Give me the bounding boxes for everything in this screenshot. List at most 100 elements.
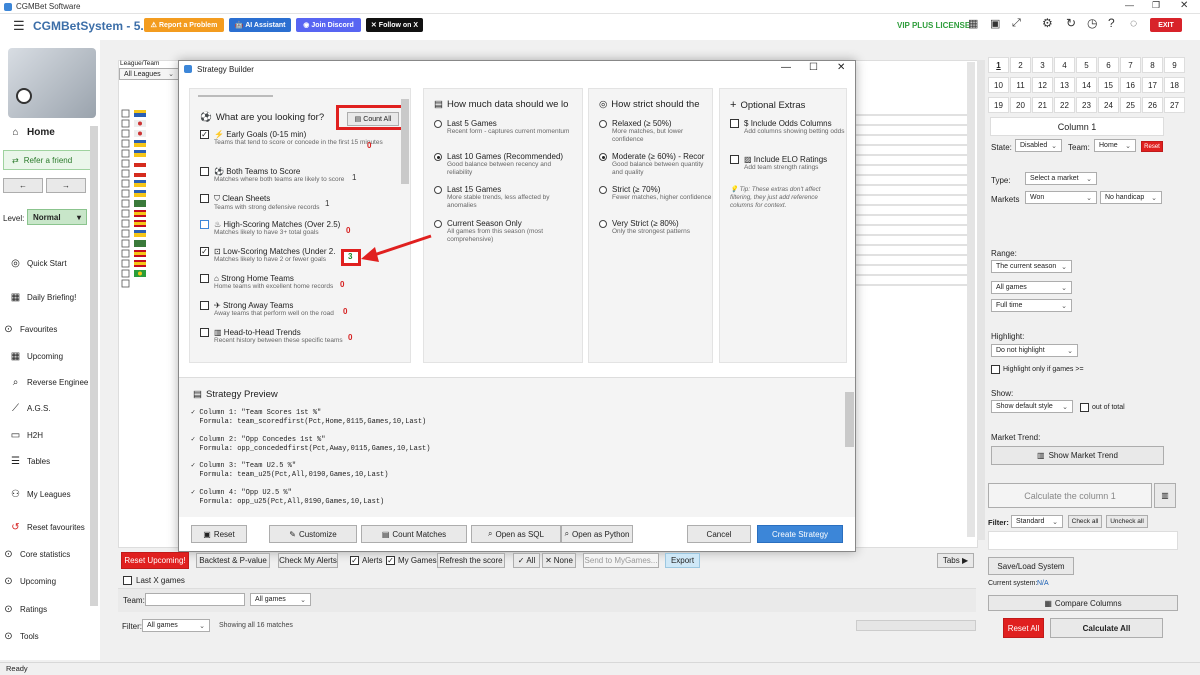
very-strict-radio[interactable] bbox=[599, 220, 607, 228]
strong-home-checkbox[interactable] bbox=[200, 274, 209, 283]
odds-columns-checkbox[interactable] bbox=[730, 119, 739, 128]
range-time-select[interactable]: Full time bbox=[991, 299, 1072, 312]
team-input[interactable] bbox=[145, 593, 245, 606]
option-strong-home[interactable]: ⌂ Strong Home Teams Home teams with excel… bbox=[200, 274, 404, 291]
column-number-cell[interactable]: 18 bbox=[1164, 77, 1185, 93]
preview-scrollbar[interactable] bbox=[845, 392, 854, 447]
cancel-button[interactable]: Cancel bbox=[687, 525, 751, 543]
grid-scrollbar[interactable] bbox=[967, 62, 975, 537]
sidebar-section-favourites[interactable]: ⊙ Favourites bbox=[3, 324, 57, 335]
low-scoring-checkbox[interactable]: ✓ bbox=[200, 247, 209, 256]
sidebar-section-ratings[interactable]: ⊙ Ratings bbox=[3, 604, 47, 615]
show-select[interactable]: Show default style bbox=[991, 400, 1073, 413]
my-games-toggle[interactable]: ✓ My Games bbox=[386, 556, 437, 565]
option-clean-sheets[interactable]: ⛉ Clean Sheets Teams with strong defensiv… bbox=[200, 194, 404, 212]
sidebar-item-h2h[interactable]: ▭ H2H bbox=[10, 430, 43, 441]
strong-away-checkbox[interactable] bbox=[200, 301, 209, 310]
open-python-button[interactable]: ⌕ Open as Python bbox=[561, 525, 633, 543]
sidebar-section-upcoming[interactable]: ⊙ Upcoming bbox=[3, 576, 56, 587]
backtest-button[interactable]: Backtest & P-value bbox=[196, 553, 270, 568]
level-select[interactable]: Normal ▾ bbox=[27, 209, 87, 225]
sidebar-item-upcoming[interactable]: ▦ Upcoming bbox=[10, 351, 63, 362]
close-icon[interactable]: ✕ bbox=[1180, 0, 1188, 11]
handicap-select[interactable]: No handicap bbox=[1100, 191, 1162, 204]
sidebar-item-reverse-engineer[interactable]: ⌕ Reverse Enginee bbox=[10, 377, 89, 388]
option-last-15[interactable]: Last 15 Games More stable trends, less af… bbox=[434, 185, 577, 210]
chart-toggle-button[interactable]: ▥ bbox=[1154, 483, 1176, 508]
column-number-cell[interactable]: 17 bbox=[1142, 77, 1163, 93]
sidebar-item-quick-start[interactable]: ◎ Quick Start bbox=[10, 258, 66, 269]
sidebar-item-tables[interactable]: ☰ Tables bbox=[10, 456, 50, 467]
team-side-select[interactable]: Home bbox=[1094, 139, 1136, 152]
report-problem-button[interactable]: ⚠ Report a Problem bbox=[144, 18, 224, 32]
right-scrollbar[interactable] bbox=[977, 60, 985, 540]
option-h2h[interactable]: ▥ Head-to-Head Trends Recent history betw… bbox=[200, 328, 404, 345]
join-discord-button[interactable]: ◉ Join Discord bbox=[296, 18, 361, 32]
column-number-cell[interactable]: 3 bbox=[1032, 57, 1053, 73]
export-button[interactable]: Export bbox=[665, 553, 700, 568]
column-number-cell[interactable]: 23 bbox=[1076, 97, 1097, 113]
sidebar-item-ags[interactable]: ⟋ A.G.S. bbox=[10, 403, 51, 414]
alerts-checkbox[interactable]: ✓ bbox=[350, 556, 359, 565]
check-alerts-button[interactable]: Check My Alerts bbox=[278, 553, 338, 568]
state-select[interactable]: Disabled bbox=[1015, 139, 1062, 152]
customize-button[interactable]: ✎ Customize bbox=[269, 525, 357, 543]
last-5-radio[interactable] bbox=[434, 120, 442, 128]
chat-icon[interactable]: ◌ bbox=[1130, 16, 1137, 30]
column-number-cell[interactable]: 2 bbox=[1010, 57, 1031, 73]
column-number-cell[interactable]: 26 bbox=[1142, 97, 1163, 113]
history-icon[interactable]: ◷ bbox=[1087, 16, 1097, 30]
column-number-cell[interactable]: 13 bbox=[1054, 77, 1075, 93]
sidebar-scrollbar[interactable] bbox=[90, 126, 98, 606]
count-matches-button[interactable]: ▤ Count Matches bbox=[361, 525, 467, 543]
current-season-radio[interactable] bbox=[434, 220, 442, 228]
option-elo-ratings[interactable]: ▨ Include ELO Ratings Add team strength r… bbox=[730, 155, 848, 172]
dialog-close-icon[interactable]: ✕ bbox=[837, 62, 845, 73]
sidebar-item-daily-briefing[interactable]: ▦ Daily Briefing! bbox=[10, 292, 77, 303]
option-odds-columns[interactable]: $ Include Odds Columns Add columns showin… bbox=[730, 119, 848, 136]
column-number-cell[interactable]: 24 bbox=[1098, 97, 1119, 113]
minimize-icon[interactable]: — bbox=[1125, 0, 1134, 10]
last-x-games-checkbox[interactable] bbox=[123, 576, 132, 585]
alerts-toggle[interactable]: ✓ Alerts bbox=[350, 556, 382, 565]
column-number-cell[interactable]: 6 bbox=[1098, 57, 1119, 73]
h2h-checkbox[interactable] bbox=[200, 328, 209, 337]
range-games-select[interactable]: All games bbox=[991, 281, 1072, 294]
team-games-select[interactable]: All games bbox=[250, 593, 311, 606]
my-games-checkbox[interactable]: ✓ bbox=[386, 556, 395, 565]
column-number-cell[interactable]: 5 bbox=[1076, 57, 1097, 73]
btts-checkbox[interactable] bbox=[200, 167, 209, 176]
out-of-total-checkbox[interactable] bbox=[1080, 403, 1089, 412]
back-button[interactable]: ← bbox=[3, 178, 43, 193]
check-all-button[interactable]: Check all bbox=[1068, 515, 1102, 528]
highlight-only-toggle[interactable]: Highlight only if games >= bbox=[991, 365, 1084, 374]
elo-ratings-checkbox[interactable] bbox=[730, 155, 739, 164]
gear-icon[interactable]: ⚙ bbox=[1042, 16, 1053, 30]
uncheck-all-button[interactable]: Uncheck all bbox=[1106, 515, 1148, 528]
column-number-cell[interactable]: 22 bbox=[1054, 97, 1075, 113]
last-x-games-toggle[interactable]: Last X games bbox=[123, 576, 185, 585]
menu-icon[interactable]: ☰ bbox=[13, 18, 25, 34]
column-number-cell[interactable]: 9 bbox=[1164, 57, 1185, 73]
sidebar-section-tools[interactable]: ⊙ Tools bbox=[3, 631, 38, 642]
option-btts[interactable]: ⚽ Both Teams to Score Matches where both … bbox=[200, 167, 404, 184]
option-current-season[interactable]: Current Season Only All games from this s… bbox=[434, 219, 577, 244]
reset-all-button[interactable]: Reset All bbox=[1003, 618, 1044, 638]
column-number-cell[interactable]: 16 bbox=[1120, 77, 1141, 93]
count-all-button[interactable]: ▤ Count All bbox=[347, 112, 399, 126]
moderate-radio[interactable] bbox=[599, 153, 607, 161]
tabs-button[interactable]: Tabs ▶ bbox=[937, 553, 974, 568]
option-moderate[interactable]: Moderate (≥ 60%) - Recor Good balance bet… bbox=[599, 152, 712, 177]
clean-sheets-checkbox[interactable] bbox=[200, 194, 209, 203]
early-goals-checkbox[interactable]: ✓ bbox=[200, 130, 209, 139]
open-sql-button[interactable]: ⌕ Open as SQL bbox=[471, 525, 561, 543]
refer-friend-button[interactable]: ⇄ Refer a friend bbox=[3, 150, 97, 170]
filter-list[interactable] bbox=[988, 531, 1178, 550]
option-relaxed[interactable]: Relaxed (≥ 50%) More matches, but lower c… bbox=[599, 119, 712, 144]
column-number-cell[interactable]: 12 bbox=[1032, 77, 1053, 93]
option-last-5[interactable]: Last 5 Games Recent form - captures curre… bbox=[434, 119, 577, 136]
forward-button[interactable]: → bbox=[46, 178, 86, 193]
column-number-cell[interactable]: 8 bbox=[1142, 57, 1163, 73]
out-of-total-toggle[interactable]: out of total bbox=[1080, 403, 1125, 412]
column-number-cell[interactable]: 10 bbox=[988, 77, 1009, 93]
